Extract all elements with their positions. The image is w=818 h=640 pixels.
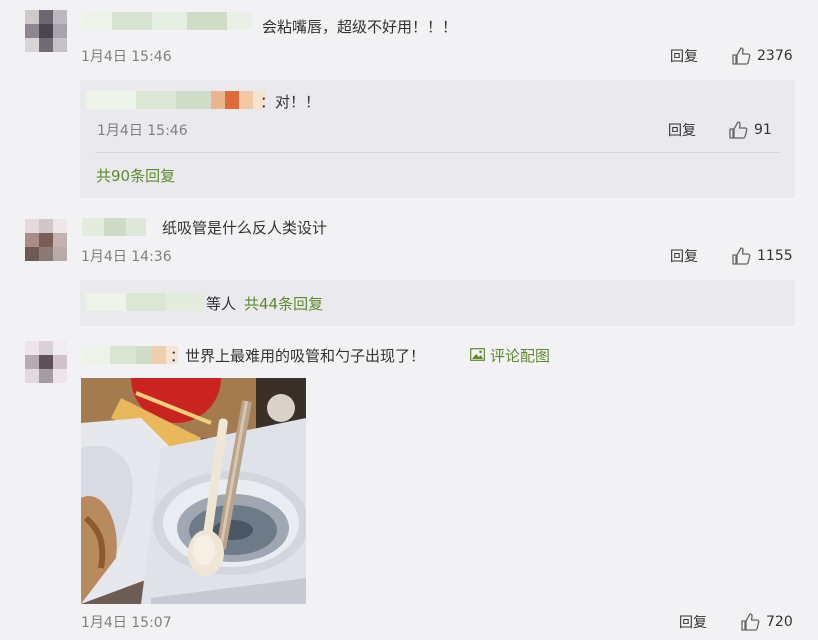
like-count: 91 [754, 122, 772, 138]
timestamp: 1月4日 15:07 [81, 615, 172, 631]
like-button[interactable]: 1155 [731, 246, 793, 266]
username[interactable] [82, 346, 178, 364]
avatar[interactable] [25, 341, 67, 383]
paper-straw-spoon-photo [81, 333, 309, 604]
comment-text: 纸吸管是什么反人类设计 [162, 219, 328, 237]
thumbs-up-icon [731, 46, 751, 66]
like-button[interactable]: 2376 [731, 46, 793, 66]
avatar[interactable] [25, 10, 67, 52]
divider [95, 152, 780, 153]
like-count: 2376 [757, 48, 793, 64]
more-replies-link[interactable]: 共90条回复 [96, 166, 175, 186]
reply-box: 等人 共44条回复 [80, 280, 795, 326]
reply-username[interactable] [86, 91, 266, 109]
like-count: 1155 [757, 248, 793, 264]
username[interactable] [82, 218, 146, 236]
comment-photo[interactable] [81, 333, 309, 604]
thumbs-up-icon [731, 246, 751, 266]
reply-box: ：对！！ 1月4日 15:46 回复 91 共90条回复 [80, 80, 795, 198]
thumbs-up-icon [728, 120, 748, 140]
reply-timestamp: 1月4日 15:46 [97, 123, 188, 139]
comment-image-label: 评论配图 [490, 347, 551, 365]
comment-text: 会粘嘴唇，超级不好用！！！ [262, 18, 458, 36]
reply-username[interactable] [86, 293, 204, 311]
reply-button[interactable]: 回复 [670, 48, 698, 66]
like-count: 720 [766, 614, 793, 630]
avatar[interactable] [25, 219, 67, 261]
reply-button[interactable]: 回复 [668, 122, 696, 140]
image-icon [470, 346, 485, 366]
reply-suffix: 等人 [206, 295, 237, 313]
username[interactable] [82, 12, 252, 30]
more-replies-link[interactable]: 共44条回复 [244, 294, 323, 314]
comment-text: ：世界上最难用的吸管和勺子出现了！ [170, 347, 426, 365]
like-button[interactable]: 91 [728, 120, 772, 140]
thumbs-up-icon [740, 612, 760, 632]
like-button[interactable]: 720 [740, 612, 793, 632]
timestamp: 1月4日 14:36 [81, 249, 172, 265]
reply-button[interactable]: 回复 [679, 614, 707, 632]
timestamp: 1月4日 15:46 [81, 49, 172, 65]
comment-image-link[interactable]: 评论配图 [470, 346, 550, 366]
reply-button[interactable]: 回复 [670, 248, 698, 266]
reply-text: ：对！！ [260, 93, 321, 111]
